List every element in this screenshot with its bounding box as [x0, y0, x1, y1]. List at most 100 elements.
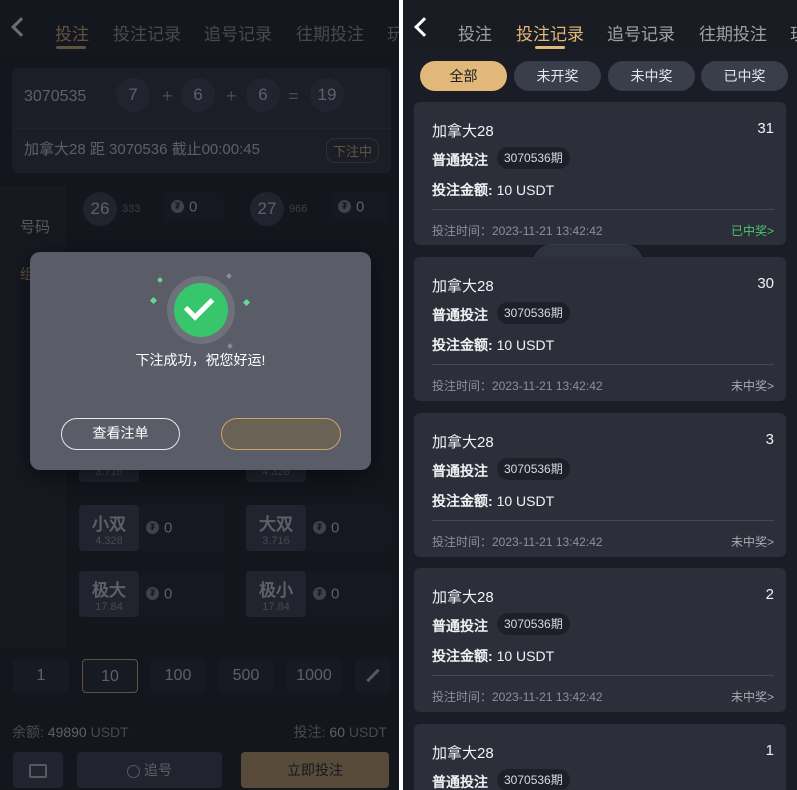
active-tab-indicator [535, 46, 565, 49]
bet-record-card[interactable]: 加拿大28 1 普通投注 3070536期 [414, 724, 786, 790]
edit-chip-button[interactable] [355, 659, 391, 693]
filter-won[interactable]: 已中奖 [701, 61, 788, 91]
header-bar: 投注 投注记录 追号记录 往期投注 玩 [0, 0, 399, 52]
record-issue-badge: 3070536期 [497, 302, 570, 324]
amount-label: 投注金额: [432, 493, 493, 509]
record-game-name: 加拿大28 [432, 278, 494, 295]
bet-tile-big-even[interactable]: 大双 3.716 [246, 505, 306, 551]
chip-500[interactable]: 500 [218, 659, 274, 693]
tab-play[interactable]: 玩 [790, 20, 797, 45]
bet-total-value: 60 [329, 724, 345, 740]
bet-records-page: 投注 投注记录 追号记录 往期投注 玩 全部 未开奖 未中奖 已中奖 加拿大28… [403, 0, 797, 790]
record-status-link[interactable]: 未中奖> [731, 533, 774, 550]
record-amount: 投注金额: 10 USDT [432, 180, 554, 200]
record-status-link[interactable]: 已中奖> [731, 222, 774, 239]
bet-record-card[interactable]: 加拿大28 2 普通投注 3070536期 投注金额: 10 USDT 投注时间… [414, 568, 786, 712]
record-bet-number: 2 [765, 586, 774, 603]
coin-icon: ₮ [171, 200, 184, 214]
bet-tile-extreme-small[interactable]: 极小 17.84 [246, 571, 306, 617]
record-bet-type: 普通投注 [432, 618, 488, 634]
record-bet-type: 普通投注 [432, 463, 488, 479]
filter-all[interactable]: 全部 [420, 61, 507, 91]
bet-odds: 17.84 [262, 601, 290, 613]
chip-1[interactable]: 1 [13, 659, 69, 693]
submit-bet-button[interactable]: 立即投注 [241, 752, 389, 788]
bet-name: 极小 [259, 581, 293, 600]
back-arrow-icon[interactable] [11, 17, 31, 37]
bet-amount-field[interactable]: ₮ 0 [307, 505, 391, 551]
tab-bet[interactable]: 投注 [55, 20, 89, 45]
coin-icon: ₮ [146, 587, 159, 601]
bet-total-row: 投注: 60 USDT [294, 722, 387, 742]
bet-amount-field[interactable]: ₮ 0 [330, 192, 390, 222]
back-arrow-icon[interactable] [414, 17, 434, 37]
bet-amount-value: 0 [331, 585, 340, 603]
record-time: 投注时间：2023-11-21 13:42:42 [432, 690, 603, 704]
bet-record-card[interactable]: 加拿大28 30 普通投注 3070536期 投注金额: 10 USDT 投注时… [414, 257, 786, 401]
record-amount: 投注金额: 10 USDT [432, 646, 554, 666]
divider [432, 209, 774, 210]
bet-odds: 3.716 [262, 535, 290, 547]
chase-button[interactable]: 追号 [77, 752, 222, 788]
tab-bet-records[interactable]: 投注记录 [113, 20, 181, 45]
amount-label: 投注金额: [432, 337, 493, 353]
bet-amount-value: 0 [164, 585, 173, 603]
bet-amount-field[interactable]: ₮ 0 [307, 571, 391, 617]
equals-sign: = [288, 86, 299, 106]
sparkle-icon [242, 298, 251, 307]
wallet-button[interactable] [13, 752, 63, 788]
record-bet-type: 普通投注 [432, 152, 488, 168]
tab-chase-records[interactable]: 追号记录 [204, 20, 272, 45]
checkmark-icon [183, 290, 215, 321]
status-badge: 下注中 [325, 138, 379, 163]
record-time: 投注时间：2023-11-21 13:42:42 [432, 379, 603, 393]
record-bet-number: 1 [765, 742, 774, 759]
number-ball: 27 [250, 192, 284, 226]
divider [432, 520, 774, 521]
confirm-button[interactable] [221, 418, 341, 450]
record-status-link[interactable]: 未中奖> [731, 377, 774, 394]
tab-past-bets[interactable]: 往期投注 [296, 20, 364, 45]
record-game-name: 加拿大28 [432, 745, 494, 762]
record-issue-badge: 3070536期 [497, 769, 570, 790]
tab-bet-records[interactable]: 投注记录 [516, 20, 584, 45]
check-circle-icon [174, 283, 228, 337]
balance-unit: USDT [90, 724, 129, 740]
filter-pending[interactable]: 未开奖 [514, 61, 601, 91]
coin-icon: ₮ [338, 200, 351, 214]
filter-lost[interactable]: 未中奖 [608, 61, 695, 91]
clock-icon [127, 764, 140, 778]
record-time: 投注时间：2023-11-21 13:42:42 [432, 224, 603, 238]
amount-label: 投注金额: [432, 648, 493, 664]
balance-label: 余额: [12, 724, 44, 740]
tab-bet[interactable]: 投注 [458, 20, 492, 45]
result-ball-2: 6 [181, 78, 215, 112]
tab-play[interactable]: 玩 [387, 20, 399, 45]
bet-amount-field[interactable]: ₮ 0 [163, 192, 223, 222]
bet-amount-field[interactable]: ₮ 0 [140, 505, 224, 551]
record-bet-type: 普通投注 [432, 307, 488, 323]
record-bet-type: 普通投注 [432, 774, 488, 790]
record-game-name: 加拿大28 [432, 589, 494, 606]
tab-past-bets[interactable]: 往期投注 [699, 20, 767, 45]
result-ball-1: 7 [116, 78, 150, 112]
record-game-name: 加拿大28 [432, 434, 494, 451]
bet-record-card[interactable]: 加拿大28 31 普通投注 3070536期 投注金额: 10 USDT 投注时… [414, 102, 786, 245]
chip-1000[interactable]: 1000 [286, 659, 342, 693]
bet-amount-field[interactable]: ₮ 0 [140, 571, 224, 617]
bet-tile-extreme-big[interactable]: 极大 17.84 [79, 571, 139, 617]
tab-chase-records[interactable]: 追号记录 [607, 20, 675, 45]
success-dialog: 下注成功，祝您好运! 查看注单 [30, 252, 371, 470]
sidebar-item-numbers[interactable]: 号码 [20, 216, 50, 237]
amount-value: 10 USDT [496, 182, 555, 198]
chip-10[interactable]: 10 [82, 659, 138, 693]
record-status-link[interactable]: 未中奖> [731, 688, 774, 705]
record-issue-badge: 3070536期 [497, 613, 570, 635]
chip-100[interactable]: 100 [150, 659, 206, 693]
bet-tile-small-even[interactable]: 小双 4.328 [79, 505, 139, 551]
result-ball-3: 6 [246, 78, 280, 112]
bet-odds: 4.328 [95, 535, 123, 547]
bet-record-card[interactable]: 加拿大28 3 普通投注 3070536期 投注金额: 10 USDT 投注时间… [414, 413, 786, 557]
amount-value: 10 USDT [496, 493, 555, 509]
view-order-button[interactable]: 查看注单 [61, 418, 180, 450]
